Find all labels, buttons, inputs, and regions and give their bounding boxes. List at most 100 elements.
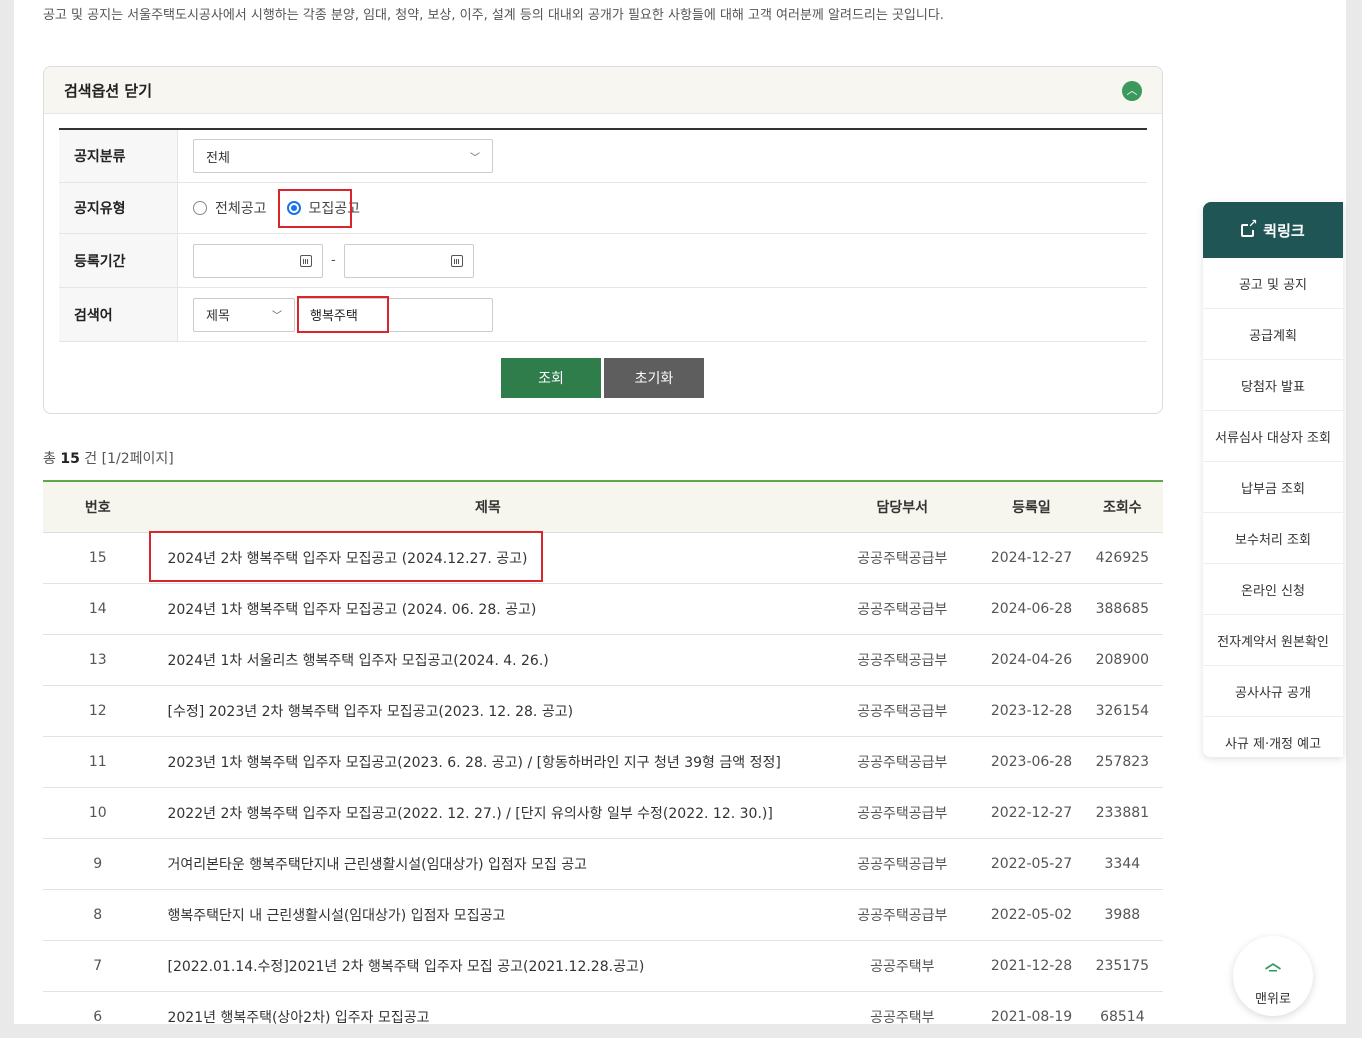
quick-link-item[interactable]: 공사사규 공개 (1203, 666, 1343, 717)
row-dept: 공공주택공급부 (823, 736, 982, 788)
category-label: 공지분류 (59, 130, 178, 182)
search-form: 공지분류 전체 ﹀ 공지유형 전체공고 모집공고 등록기간 - 검색어 제목 ﹀… (59, 128, 1147, 342)
row-title-link[interactable]: 2024년 1차 서울리츠 행복주택 입주자 모집공고(2024. 4. 26.… (152, 634, 824, 686)
col-num: 번호 (43, 481, 153, 533)
keyword-field-value: 제목 (206, 309, 230, 324)
quick-link-item[interactable]: 공고 및 공지 (1203, 258, 1343, 309)
table-row[interactable]: 14 2024년 1차 행복주택 입주자 모집공고 (2024. 06. 28.… (43, 583, 1163, 635)
table-row[interactable]: 7 [2022.01.14.수정]2021년 2차 행복주택 입주자 모집 공고… (43, 940, 1163, 992)
row-date: 2022-05-02 (981, 889, 1082, 941)
category-select[interactable]: 전체 ﹀ (193, 139, 493, 173)
search-panel-header[interactable]: 검색옵션 닫기 ︿ (44, 67, 1162, 114)
period-separator: - (331, 253, 336, 268)
row-title-link[interactable]: [수정] 2023년 2차 행복주택 입주자 모집공고(2023. 12. 28… (152, 685, 824, 737)
end-date-input[interactable] (343, 243, 474, 278)
row-dept: 공공주택공급부 (823, 685, 982, 737)
quick-link-item[interactable]: 공급계획 (1203, 309, 1343, 360)
row-date: 2024-12-27 (981, 532, 1082, 584)
row-date: 2023-12-28 (981, 685, 1082, 737)
period-label: 등록기간 (59, 234, 178, 287)
row-title-link[interactable]: [2022.01.14.수정]2021년 2차 행복주택 입주자 모집 공고(2… (152, 940, 824, 992)
type-row: 공지유형 전체공고 모집공고 (59, 183, 1147, 234)
keyword-field-select[interactable]: 제목 ﹀ (193, 297, 295, 332)
col-date: 등록일 (981, 481, 1082, 533)
page: 공고 및 공지는 서울주택도시공사에서 시행하는 각종 분양, 임대, 청약, … (14, 0, 1346, 1024)
row-num: 12 (43, 685, 153, 737)
quick-link-title: 퀵링크 (1263, 221, 1305, 240)
row-num: 15 (43, 532, 153, 584)
col-title: 제목 (152, 481, 824, 533)
row-views: 3344 (1081, 838, 1163, 890)
double-chevron-up-icon: ︿ ‾ (1264, 953, 1281, 986)
calendar-icon[interactable] (300, 254, 312, 267)
row-dept: 공공주택공급부 (823, 583, 982, 635)
row-num: 7 (43, 940, 153, 992)
table-row[interactable]: 11 2023년 1차 행복주택 입주자 모집공고(2023. 6. 28. 공… (43, 736, 1163, 788)
category-row: 공지분류 전체 ﹀ (59, 130, 1147, 183)
table-row[interactable]: 8 행복주택단지 내 근린생활시설(임대상가) 입점자 모집공고 공공주택공급부… (43, 889, 1163, 941)
quick-link-panel: 퀵링크 공고 및 공지 공급계획 당첨자 발표 서류심사 대상자 조회 납부금 … (1203, 202, 1343, 757)
row-num: 6 (43, 991, 153, 1024)
col-dept: 담당부서 (823, 481, 982, 533)
radio-all-circle[interactable] (193, 201, 207, 215)
quick-link-item[interactable]: 서류심사 대상자 조회 (1203, 411, 1343, 462)
quick-link-item[interactable]: 온라인 신청 (1203, 564, 1343, 615)
type-label: 공지유형 (59, 183, 178, 233)
table-row[interactable]: 10 2022년 2차 행복주택 입주자 모집공고(2022. 12. 27.)… (43, 787, 1163, 839)
row-title-link[interactable]: 행복주택단지 내 근린생활시설(임대상가) 입점자 모집공고 (152, 889, 824, 941)
row-date: 2024-06-28 (981, 583, 1082, 635)
result-count: 총 15 건 [1/2페이지] (43, 448, 174, 468)
row-dept: 공공주택공급부 (823, 532, 982, 584)
radio-all[interactable]: 전체공고 (193, 198, 267, 218)
row-dept: 공공주택공급부 (823, 838, 982, 890)
row-num: 10 (43, 787, 153, 839)
quick-link-item[interactable]: 보수처리 조회 (1203, 513, 1343, 564)
row-title-link[interactable]: 2022년 2차 행복주택 입주자 모집공고(2022. 12. 27.) / … (152, 787, 824, 839)
search-button[interactable]: 조회 (501, 358, 601, 398)
row-date: 2022-12-27 (981, 787, 1082, 839)
highlight-box-keyword (297, 296, 389, 333)
row-num: 9 (43, 838, 153, 890)
highlight-box-first-row (149, 531, 543, 582)
quick-link-item[interactable]: 전자계약서 원본확인 (1203, 615, 1343, 666)
row-views: 257823 (1081, 736, 1163, 788)
row-views: 208900 (1081, 634, 1163, 686)
row-views: 3988 (1081, 889, 1163, 941)
table-row[interactable]: 6 2021년 행복주택(상아2차) 입주자 모집공고 공공주택부 2021-0… (43, 991, 1163, 1024)
row-views: 235175 (1081, 940, 1163, 992)
keyword-label: 검색어 (59, 288, 178, 341)
chevron-down-icon: ﹀ (272, 311, 282, 322)
row-views: 426925 (1081, 532, 1163, 584)
quick-link-item[interactable]: 사규 제·개정 예고 (1203, 717, 1343, 757)
keyword-row: 검색어 제목 ﹀ 행복주택 (59, 288, 1147, 342)
category-select-value: 전체 (206, 150, 230, 166)
row-title-link[interactable]: 2023년 1차 행복주택 입주자 모집공고(2023. 6. 28. 공고) … (152, 736, 824, 788)
row-date: 2022-05-27 (981, 838, 1082, 890)
table-row[interactable]: 13 2024년 1차 서울리츠 행복주택 입주자 모집공고(2024. 4. … (43, 634, 1163, 686)
intro-text: 공고 및 공지는 서울주택도시공사에서 시행하는 각종 분양, 임대, 청약, … (43, 8, 944, 23)
quick-link-header: 퀵링크 (1203, 202, 1343, 258)
radio-all-label: 전체공고 (215, 201, 267, 217)
row-num: 14 (43, 583, 153, 635)
count-prefix: 총 (43, 451, 56, 467)
row-dept: 공공주택공급부 (823, 889, 982, 941)
external-link-icon (1241, 217, 1258, 237)
table-row[interactable]: 9 거여리본타운 행복주택단지내 근린생활시설(임대상가) 입점자 모집 공고 … (43, 838, 1163, 890)
table-row[interactable]: 12 [수정] 2023년 2차 행복주택 입주자 모집공고(2023. 12.… (43, 685, 1163, 737)
table-header-row: 번호 제목 담당부서 등록일 조회수 (43, 481, 1163, 533)
row-dept: 공공주택공급부 (823, 787, 982, 839)
start-date-input[interactable] (193, 243, 323, 278)
row-title-link[interactable]: 2021년 행복주택(상아2차) 입주자 모집공고 (152, 991, 824, 1024)
quick-link-item[interactable]: 납부금 조회 (1203, 462, 1343, 513)
chevron-up-icon[interactable]: ︿ (1122, 81, 1142, 101)
row-date: 2023-06-28 (981, 736, 1082, 788)
row-dept: 공공주택부 (823, 991, 982, 1024)
chevron-down-icon: ﹀ (470, 152, 480, 164)
scroll-top-button[interactable]: ︿ ‾ 맨위로 (1233, 936, 1313, 1016)
col-views: 조회수 (1081, 481, 1163, 533)
reset-button[interactable]: 초기화 (604, 358, 704, 398)
row-title-link[interactable]: 2024년 1차 행복주택 입주자 모집공고 (2024. 06. 28. 공고… (152, 583, 824, 635)
calendar-icon[interactable] (450, 254, 463, 267)
row-title-link[interactable]: 거여리본타운 행복주택단지내 근린생활시설(임대상가) 입점자 모집 공고 (152, 838, 824, 890)
quick-link-item[interactable]: 당첨자 발표 (1203, 360, 1343, 411)
